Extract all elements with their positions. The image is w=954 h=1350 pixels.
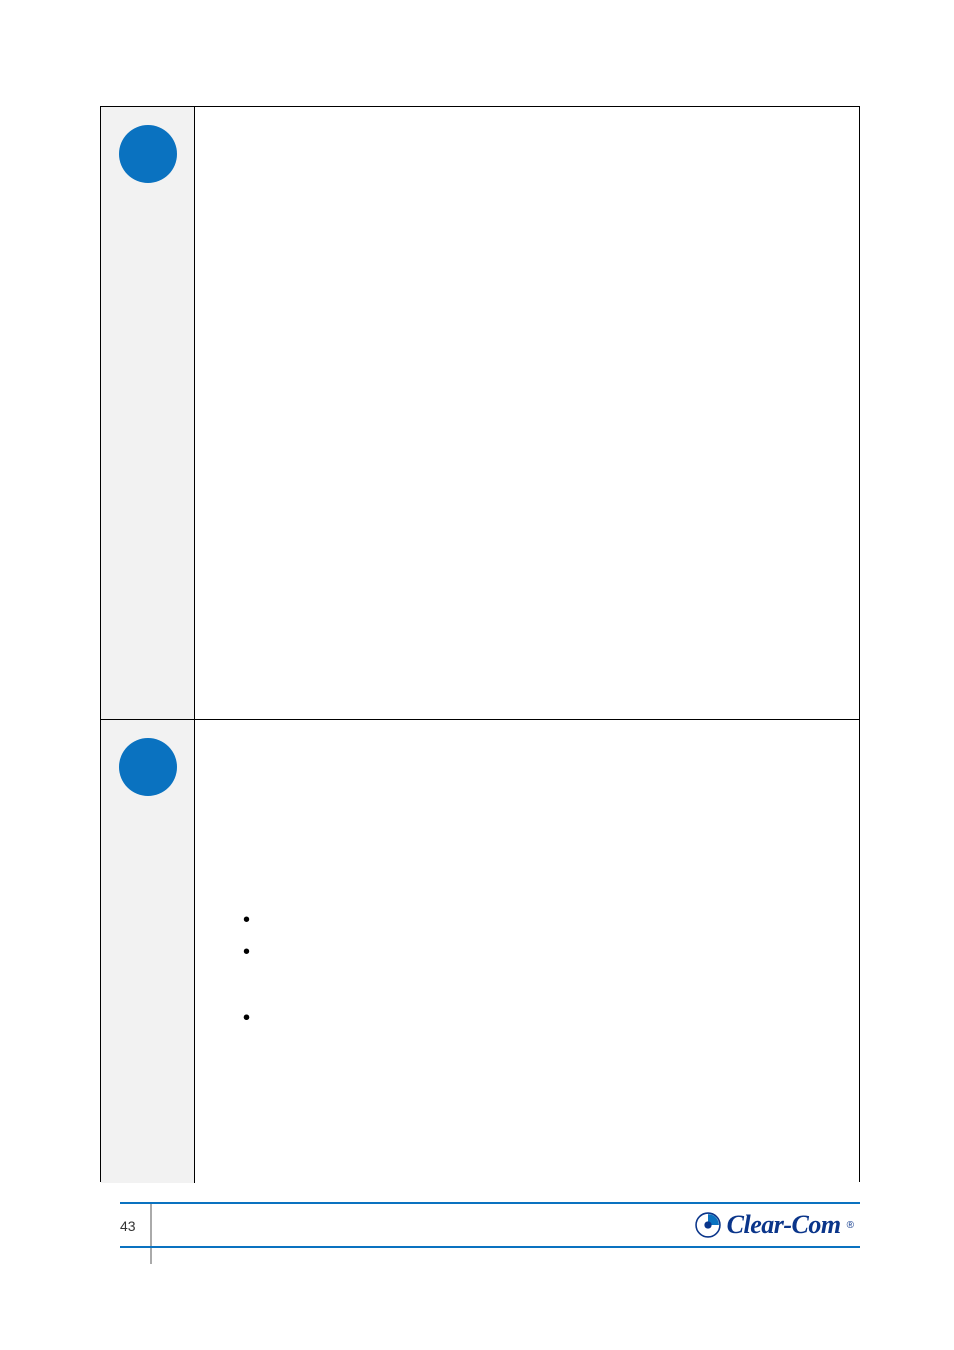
row-content-cell (195, 720, 859, 1183)
footer-rule-top (120, 1202, 860, 1204)
circle-marker-icon (119, 738, 177, 796)
row-content-cell (195, 107, 859, 719)
footer-rule-bottom (120, 1246, 860, 1248)
registered-mark: ® (847, 1220, 854, 1231)
bullet-list (243, 910, 267, 1008)
row-marker-cell (101, 107, 195, 719)
footer-tick (150, 1204, 152, 1264)
table-row (101, 107, 859, 720)
brand-logo: Clear-Com ® (695, 1210, 854, 1240)
brand-name: Clear-Com (727, 1210, 841, 1240)
document-page: 43 Clear-Com ® (0, 0, 954, 1350)
content-table (100, 106, 860, 1182)
row-marker-cell (101, 720, 195, 1183)
table-row (101, 720, 859, 1183)
brand-logo-icon (695, 1212, 721, 1238)
page-number: 43 (120, 1218, 136, 1234)
circle-marker-icon (119, 125, 177, 183)
